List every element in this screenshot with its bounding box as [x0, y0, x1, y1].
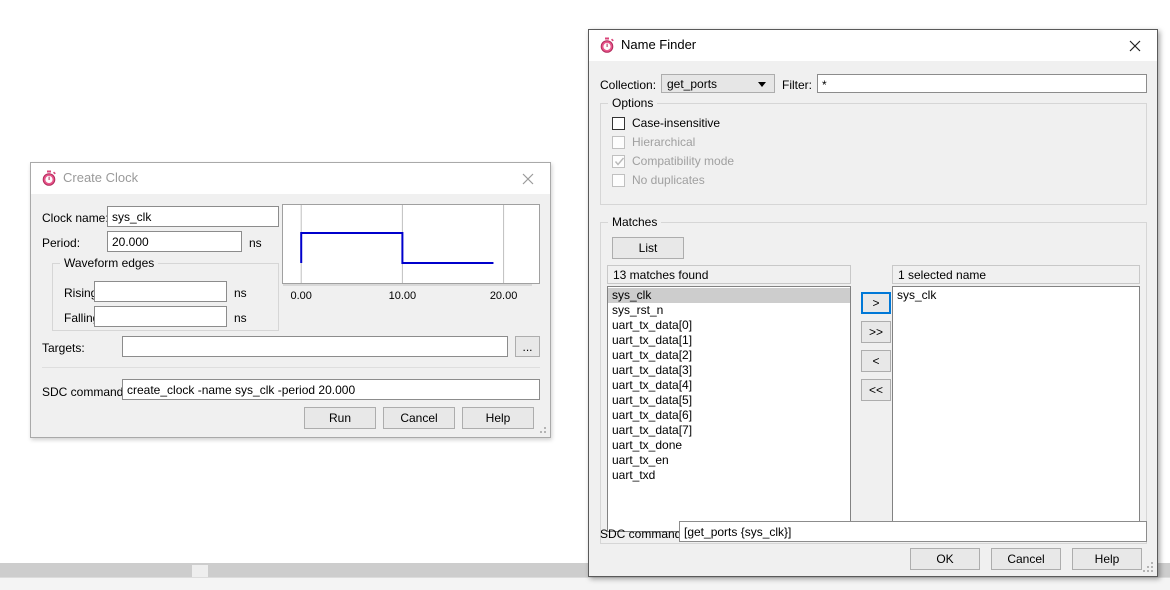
- checkbox-box: [612, 135, 625, 149]
- list-item[interactable]: uart_tx_done: [608, 438, 850, 453]
- svg-text:10.00: 10.00: [389, 290, 417, 302]
- move-left-button[interactable]: <: [861, 350, 891, 372]
- list-item[interactable]: uart_tx_data[2]: [608, 348, 850, 363]
- checkbox-box: [612, 154, 625, 168]
- list-item[interactable]: uart_tx_data[1]: [608, 333, 850, 348]
- run-button[interactable]: Run: [304, 407, 376, 429]
- falling-input[interactable]: [94, 306, 227, 327]
- create-clock-titlebar[interactable]: Create Clock: [31, 163, 550, 194]
- targets-label: Targets:: [42, 341, 85, 355]
- horizontal-scrollbar-thumb[interactable]: [192, 565, 208, 577]
- sdc-command-label: SDC command:: [600, 527, 685, 541]
- list-button[interactable]: List: [612, 237, 684, 259]
- name-finder-dialog[interactable]: Name Finder Collection: get_ports Filter…: [588, 29, 1158, 577]
- list-item[interactable]: uart_tx_data[7]: [608, 423, 850, 438]
- checkbox-label: Case-insensitive: [632, 116, 721, 130]
- list-item[interactable]: sys_clk: [893, 288, 1139, 303]
- waveform-preview-chart: [282, 204, 540, 284]
- stopwatch-icon: [599, 37, 615, 53]
- waveform-axis-labels: 0.00 10.00 20.00: [282, 284, 540, 306]
- help-button[interactable]: Help: [1072, 548, 1142, 570]
- matches-group-label: Matches: [608, 215, 662, 229]
- ok-button[interactable]: OK: [910, 548, 980, 570]
- list-item[interactable]: sys_clk: [608, 288, 850, 303]
- sdc-command-input[interactable]: [get_ports {sys_clk}]: [679, 521, 1147, 542]
- clock-name-label: Clock name:: [42, 211, 109, 225]
- list-item[interactable]: uart_tx_data[3]: [608, 363, 850, 378]
- svg-text:20.00: 20.00: [490, 290, 518, 302]
- list-item[interactable]: uart_tx_en: [608, 453, 850, 468]
- chevron-down-icon: [758, 81, 766, 87]
- move-right-button[interactable]: >: [861, 292, 891, 314]
- collection-value: get_ports: [667, 76, 718, 91]
- sdc-command-label: SDC command:: [42, 385, 127, 399]
- create-clock-title: Create Clock: [63, 170, 139, 185]
- rising-unit-label: ns: [234, 286, 247, 300]
- checkbox-box[interactable]: [612, 116, 625, 130]
- targets-input[interactable]: [122, 336, 508, 357]
- checkbox-compatibility-mode: Compatibility mode: [612, 154, 734, 168]
- list-item[interactable]: uart_tx_data[5]: [608, 393, 850, 408]
- period-unit-label: ns: [249, 236, 262, 250]
- list-item[interactable]: uart_tx_data[0]: [608, 318, 850, 333]
- stopwatch-icon: [41, 170, 57, 186]
- list-item[interactable]: uart_txd: [608, 468, 850, 483]
- filter-label: Filter:: [782, 78, 812, 92]
- name-finder-title: Name Finder: [621, 37, 697, 52]
- svg-text:0.00: 0.00: [291, 290, 312, 302]
- close-icon[interactable]: [506, 163, 550, 193]
- close-icon[interactable]: [1113, 30, 1157, 60]
- waveform-svg: [300, 205, 505, 283]
- checkbox-label: Compatibility mode: [632, 154, 735, 168]
- create-clock-dialog[interactable]: Create Clock Clock name: sys_clk Period:…: [30, 162, 551, 438]
- selected-names-listbox[interactable]: sys_clk: [892, 286, 1140, 532]
- checkbox-case-insensitive[interactable]: Case-insensitive: [612, 116, 720, 130]
- matches-count-header: 13 matches found: [607, 265, 851, 284]
- cancel-button[interactable]: Cancel: [991, 548, 1061, 570]
- resize-grip[interactable]: [1143, 562, 1155, 574]
- move-all-left-button[interactable]: <<: [861, 379, 891, 401]
- period-input[interactable]: 20.000: [107, 231, 242, 252]
- collection-select[interactable]: get_ports: [661, 74, 775, 93]
- checkbox-box: [612, 173, 625, 187]
- clock-name-input[interactable]: sys_clk: [107, 206, 279, 227]
- checkbox-hierarchical: Hierarchical: [612, 135, 695, 149]
- waveform-edges-label: Waveform edges: [60, 256, 159, 270]
- move-all-right-button[interactable]: >>: [861, 321, 891, 343]
- list-item[interactable]: uart_tx_data[4]: [608, 378, 850, 393]
- targets-browse-button[interactable]: ...: [515, 336, 540, 357]
- checkbox-no-duplicates: No duplicates: [612, 173, 705, 187]
- collection-label: Collection:: [600, 78, 657, 92]
- period-label: Period:: [42, 236, 81, 250]
- list-item[interactable]: sys_rst_n: [608, 303, 850, 318]
- status-strip: [0, 577, 1170, 590]
- checkbox-label: No duplicates: [632, 173, 705, 187]
- sdc-command-input[interactable]: create_clock -name sys_clk -period 20.00…: [122, 379, 540, 400]
- rising-input[interactable]: [94, 281, 227, 302]
- name-finder-titlebar[interactable]: Name Finder: [589, 30, 1157, 61]
- falling-unit-label: ns: [234, 311, 247, 325]
- filter-input[interactable]: *: [817, 74, 1147, 93]
- options-group-label: Options: [608, 96, 658, 110]
- list-item[interactable]: uart_tx_data[6]: [608, 408, 850, 423]
- divider: [42, 367, 540, 368]
- matches-listbox[interactable]: sys_clk sys_rst_n uart_tx_data[0] uart_tx_d…: [607, 286, 851, 532]
- cancel-button[interactable]: Cancel: [383, 407, 455, 429]
- selected-count-header: 1 selected name: [892, 265, 1140, 284]
- checkbox-label: Hierarchical: [632, 135, 696, 149]
- help-button[interactable]: Help: [462, 407, 534, 429]
- resize-grip[interactable]: [536, 423, 548, 435]
